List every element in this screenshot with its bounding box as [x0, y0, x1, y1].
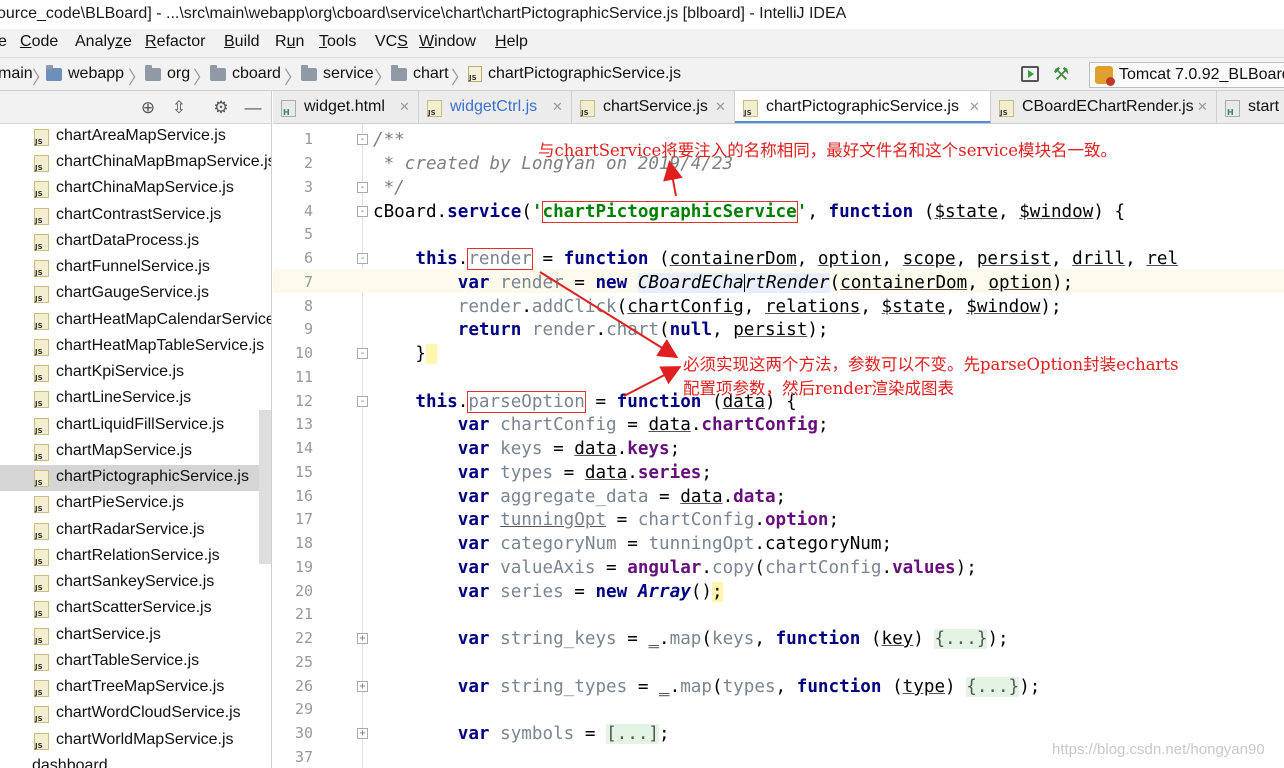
watermark-text: https://blog.csdn.net/hongyan90: [1052, 741, 1265, 758]
arrow-render-to-note: [539, 271, 679, 359]
annotation-arrows: [539, 160, 683, 397]
arrow-parseoption-to-note: [623, 366, 682, 397]
arrow-to-top-annotation: [663, 160, 683, 197]
